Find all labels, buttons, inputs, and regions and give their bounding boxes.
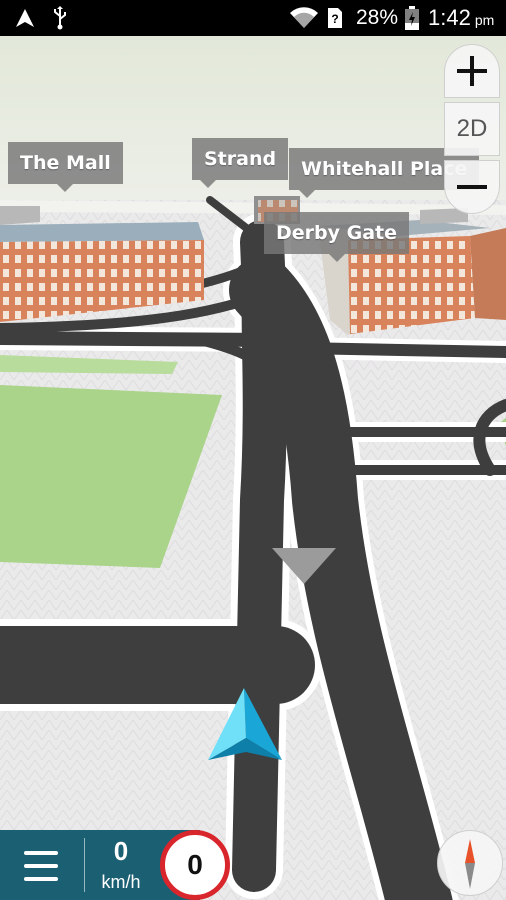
street-label-derby-gate[interactable]: Derby Gate — [264, 212, 410, 262]
plus-icon — [457, 56, 487, 86]
minus-icon — [457, 185, 487, 189]
street-label-text: Whitehall Place — [301, 158, 468, 180]
clock-time: 1:42 — [428, 5, 471, 30]
compass-button[interactable] — [437, 830, 503, 896]
battery-percent: 28% — [356, 6, 399, 29]
clock-ampm: pm — [474, 12, 495, 28]
street-label-strand[interactable]: Strand — [192, 138, 289, 188]
navigation-arrow-icon — [14, 0, 36, 36]
zoom-controls: 2D — [444, 44, 500, 216]
street-label-text: The Mall — [20, 152, 111, 174]
zoom-in-button[interactable] — [444, 44, 500, 98]
clock: 1:42 pm — [428, 0, 494, 36]
speed-unit: km/h — [101, 872, 141, 892]
svg-text:?: ? — [331, 12, 338, 26]
current-speed: 0 — [113, 836, 129, 866]
compass-icon — [465, 839, 475, 889]
street-label-text: Derby Gate — [276, 222, 398, 244]
divider — [84, 838, 85, 892]
sim-alert-icon: ? — [327, 0, 343, 36]
horizon — [0, 36, 506, 226]
speed-limit-value: 0 — [187, 849, 203, 880]
battery-charging-icon — [405, 0, 419, 36]
street-label-the-mall[interactable]: The Mall — [8, 142, 123, 192]
road-upper-left — [0, 331, 272, 347]
zoom-out-button[interactable] — [444, 160, 500, 214]
menu-button[interactable] — [18, 848, 64, 884]
view-mode-button[interactable]: 2D — [444, 102, 500, 156]
map-view[interactable]: The Mall Strand Whitehall Place Derby Ga… — [0, 36, 506, 900]
wifi-icon — [289, 0, 319, 36]
speed-limit-sign: 0 — [160, 830, 230, 900]
status-bar: ? 28% 1:42 pm — [0, 0, 506, 36]
usb-icon — [52, 0, 68, 36]
road-upper-right — [294, 342, 506, 358]
street-label-text: Strand — [204, 148, 277, 170]
